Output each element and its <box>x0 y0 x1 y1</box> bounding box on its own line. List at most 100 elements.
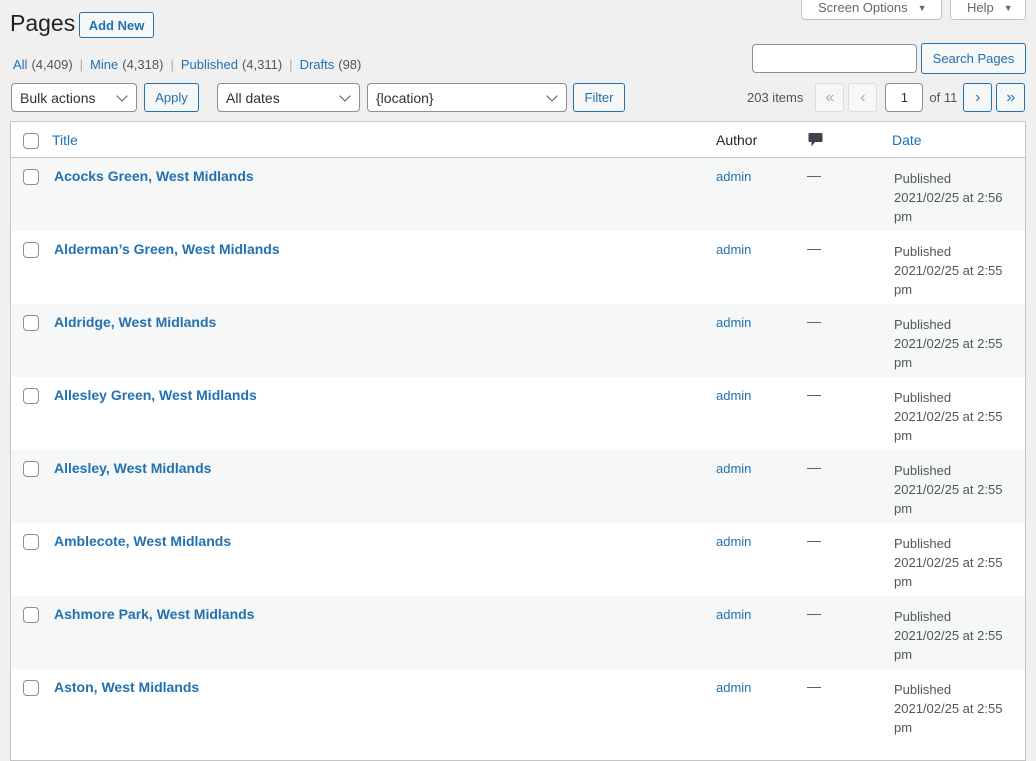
row-checkbox[interactable] <box>23 388 39 404</box>
date-cell: Published 2021/02/25 at 2:55 pm <box>894 461 1019 518</box>
view-published-count: (4,311) <box>241 57 283 72</box>
page-title-link[interactable]: Allesley Green, West Midlands <box>54 387 257 403</box>
chevron-down-icon <box>546 89 558 102</box>
table-row: Ashmore Park, West Midlands admin — Publ… <box>11 596 1025 669</box>
caret-down-icon: ▼ <box>1003 3 1013 13</box>
row-checkbox[interactable] <box>23 680 39 696</box>
row-checkbox[interactable] <box>23 534 39 550</box>
author-link[interactable]: admin <box>716 388 751 403</box>
status-label: Published <box>894 682 952 697</box>
status-label: Published <box>894 317 952 332</box>
row-checkbox[interactable] <box>23 169 39 185</box>
date-cell: Published 2021/02/25 at 2:55 pm <box>894 315 1019 372</box>
dates-filter-value: All dates <box>226 89 280 106</box>
comment-count: — <box>807 240 821 256</box>
view-filters: All (4,409) | Mine (4,318) | Published (… <box>13 57 361 72</box>
search-pages-button[interactable]: Search Pages <box>921 43 1026 74</box>
page-title-link[interactable]: Aston, West Midlands <box>54 679 199 695</box>
comment-count: — <box>807 459 821 475</box>
separator: | <box>170 57 174 72</box>
column-date-sort[interactable]: Date <box>892 132 922 148</box>
add-new-button[interactable]: Add New <box>79 12 154 38</box>
page-title-link[interactable]: Acocks Green, West Midlands <box>54 168 254 184</box>
author-link[interactable]: admin <box>716 607 751 622</box>
comment-icon[interactable] <box>808 132 823 148</box>
date-cell: Published 2021/02/25 at 2:55 pm <box>894 388 1019 445</box>
screen-meta-links: Screen Options ▼ Help ▼ <box>801 0 1026 20</box>
chevron-down-icon <box>116 89 128 102</box>
total-pages: of 11 <box>929 90 958 105</box>
view-drafts-count: (98) <box>338 57 362 72</box>
author-link[interactable]: admin <box>716 315 751 330</box>
filter-button[interactable]: Filter <box>573 83 625 112</box>
search-input[interactable] <box>752 44 917 73</box>
comment-count: — <box>807 678 821 694</box>
table-header: Title Author Date <box>11 122 1025 158</box>
table-row: Amblecote, West Midlands admin — Publish… <box>11 523 1025 596</box>
pages-table: Title Author Date Acocks Green, West Mid… <box>10 121 1026 761</box>
date-value: 2021/02/25 at 2:55 pm <box>894 263 1003 297</box>
location-filter-select[interactable]: {location} <box>367 83 567 112</box>
page-title-link[interactable]: Alderman’s Green, West Midlands <box>54 241 280 257</box>
next-page-button[interactable]: › <box>963 83 993 112</box>
column-title-sort[interactable]: Title <box>52 132 78 148</box>
dates-filter-select[interactable]: All dates <box>217 83 360 112</box>
comment-count: — <box>807 605 821 621</box>
view-drafts-link[interactable]: Drafts <box>300 57 335 72</box>
page-title: Pages <box>10 10 76 36</box>
row-checkbox[interactable] <box>23 315 39 331</box>
separator: | <box>79 57 84 72</box>
current-page-input[interactable]: 1 <box>885 83 924 112</box>
date-value: 2021/02/25 at 2:55 pm <box>894 336 1003 370</box>
page-title-link[interactable]: Aldridge, West Midlands <box>54 314 216 330</box>
status-label: Published <box>894 390 952 405</box>
caret-down-icon: ▼ <box>917 3 927 13</box>
row-checkbox[interactable] <box>23 607 39 623</box>
date-cell: Published 2021/02/25 at 2:55 pm <box>894 680 1019 737</box>
bulk-actions-value: Bulk actions <box>20 89 96 106</box>
date-cell: Published 2021/02/25 at 2:55 pm <box>894 242 1019 299</box>
view-all-link[interactable]: All <box>13 57 27 72</box>
comment-count: — <box>807 532 821 548</box>
apply-button[interactable]: Apply <box>144 83 199 112</box>
comment-count: — <box>807 313 821 329</box>
date-value: 2021/02/25 at 2:55 pm <box>894 628 1003 662</box>
date-value: 2021/02/25 at 2:55 pm <box>894 482 1003 516</box>
items-count: 203 items <box>747 90 804 105</box>
table-row: Alderman’s Green, West Midlands admin — … <box>11 231 1025 304</box>
help-label: Help <box>967 0 994 15</box>
date-cell: Published 2021/02/25 at 2:55 pm <box>894 534 1019 591</box>
first-page-button: « <box>815 83 845 112</box>
help-button[interactable]: Help ▼ <box>950 0 1026 20</box>
select-all-checkbox[interactable] <box>23 133 39 149</box>
date-cell: Published 2021/02/25 at 2:56 pm <box>894 169 1019 226</box>
pagination: 203 items « ‹ 1 of 11 › » <box>747 83 1026 112</box>
prev-page-button: ‹ <box>848 83 878 112</box>
row-checkbox[interactable] <box>23 461 39 477</box>
date-value: 2021/02/25 at 2:55 pm <box>894 555 1003 589</box>
page-title-link[interactable]: Allesley, West Midlands <box>54 460 211 476</box>
date-value: 2021/02/25 at 2:55 pm <box>894 701 1003 735</box>
bulk-actions-select[interactable]: Bulk actions <box>11 83 137 112</box>
table-row: Aston, West Midlands admin — Published 2… <box>11 669 1025 742</box>
comment-count: — <box>807 167 821 183</box>
view-published-link[interactable]: Published <box>181 57 238 72</box>
page-title-link[interactable]: Ashmore Park, West Midlands <box>54 606 254 622</box>
author-link[interactable]: admin <box>716 461 751 476</box>
view-mine-link[interactable]: Mine <box>90 57 118 72</box>
last-page-button[interactable]: » <box>996 83 1026 112</box>
row-checkbox[interactable] <box>23 242 39 258</box>
author-link[interactable]: admin <box>716 680 751 695</box>
author-link[interactable]: admin <box>716 534 751 549</box>
table-row: Aldridge, West Midlands admin — Publishe… <box>11 304 1025 377</box>
screen-options-button[interactable]: Screen Options ▼ <box>801 0 942 20</box>
status-label: Published <box>894 536 952 551</box>
table-row: Allesley, West Midlands admin — Publishe… <box>11 450 1025 523</box>
page-title-link[interactable]: Amblecote, West Midlands <box>54 533 231 549</box>
author-link[interactable]: admin <box>716 242 751 257</box>
chevron-down-icon <box>339 89 351 102</box>
location-filter-value: {location} <box>376 89 434 106</box>
status-label: Published <box>894 171 952 186</box>
status-label: Published <box>894 463 952 478</box>
author-link[interactable]: admin <box>716 169 751 184</box>
